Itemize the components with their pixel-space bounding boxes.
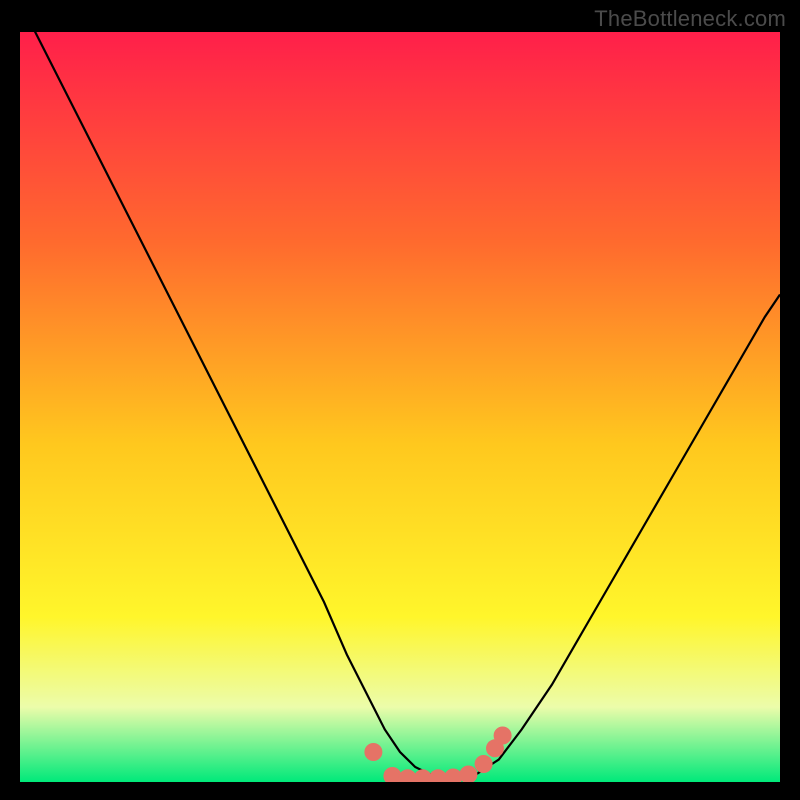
chart-frame: TheBottleneck.com	[0, 0, 800, 800]
attribution-text: TheBottleneck.com	[594, 6, 786, 32]
chart-svg	[20, 32, 780, 782]
marker-left-edge-dot	[364, 743, 382, 761]
marker-rise-a	[475, 755, 493, 773]
gradient-background	[20, 32, 780, 782]
marker-rise-c	[494, 727, 512, 745]
plot-area	[20, 32, 780, 782]
